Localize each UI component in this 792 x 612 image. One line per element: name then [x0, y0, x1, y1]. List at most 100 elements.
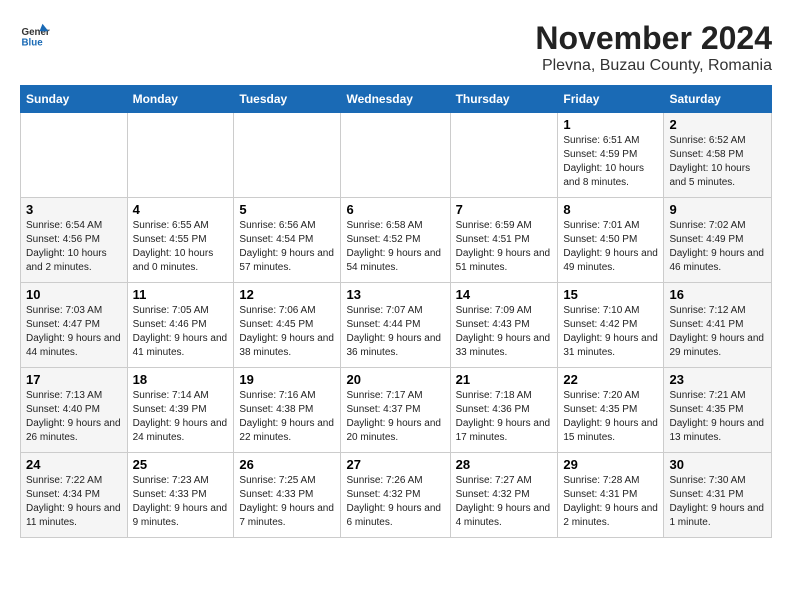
- day-number: 28: [456, 457, 553, 472]
- day-info: Sunrise: 7:02 AM Sunset: 4:49 PM Dayligh…: [669, 219, 766, 275]
- header-day-tuesday: Tuesday: [234, 86, 341, 113]
- calendar-cell: 2Sunrise: 6:52 AM Sunset: 4:58 PM Daylig…: [664, 113, 772, 198]
- day-number: 23: [669, 372, 766, 387]
- day-info: Sunrise: 7:05 AM Sunset: 4:46 PM Dayligh…: [133, 304, 229, 360]
- day-info: Sunrise: 7:22 AM Sunset: 4:34 PM Dayligh…: [26, 474, 122, 530]
- day-info: Sunrise: 7:26 AM Sunset: 4:32 PM Dayligh…: [346, 474, 444, 530]
- day-info: Sunrise: 7:20 AM Sunset: 4:35 PM Dayligh…: [563, 389, 658, 445]
- day-info: Sunrise: 7:18 AM Sunset: 4:36 PM Dayligh…: [456, 389, 553, 445]
- day-number: 12: [239, 287, 335, 302]
- day-info: Sunrise: 6:59 AM Sunset: 4:51 PM Dayligh…: [456, 219, 553, 275]
- calendar-cell: 11 Sunrise: 7:05 AM Sunset: 4:46 PM Dayli…: [127, 283, 234, 368]
- day-info: Sunrise: 6:54 AM Sunset: 4:56 PM Dayligh…: [26, 219, 122, 275]
- day-number: 7: [456, 202, 553, 217]
- day-info: Sunrise: 7:17 AM Sunset: 4:37 PM Dayligh…: [346, 389, 444, 445]
- header-day-friday: Friday: [558, 86, 664, 113]
- calendar-cell: 21 Sunrise: 7:18 AM Sunset: 4:36 PM Dayli…: [450, 368, 558, 453]
- day-info: Sunrise: 6:51 AM Sunset: 4:59 PM Dayligh…: [563, 134, 658, 190]
- day-number: 18: [133, 372, 229, 387]
- day-number: 2: [669, 117, 766, 132]
- day-number: 13: [346, 287, 444, 302]
- header-day-saturday: Saturday: [664, 86, 772, 113]
- calendar-cell: 8 Sunrise: 7:01 AM Sunset: 4:50 PM Daylig…: [558, 198, 664, 283]
- day-info: Sunrise: 7:12 AM Sunset: 4:41 PM Dayligh…: [669, 304, 766, 360]
- day-info: Sunrise: 7:06 AM Sunset: 4:45 PM Dayligh…: [239, 304, 335, 360]
- calendar-cell: 30 Sunrise: 7:30 AM Sunset: 4:31 PM Dayli…: [664, 453, 772, 538]
- calendar-cell: 29Sunrise: 7:28 AM Sunset: 4:31 PM Dayli…: [558, 453, 664, 538]
- calendar-cell: [341, 113, 450, 198]
- day-info: Sunrise: 7:10 AM Sunset: 4:42 PM Dayligh…: [563, 304, 658, 360]
- day-number: 29: [563, 457, 658, 472]
- month-year-title: November 2024: [535, 20, 772, 57]
- day-info: Sunrise: 7:21 AM Sunset: 4:35 PM Dayligh…: [669, 389, 766, 445]
- week-row-4: 17Sunrise: 7:13 AM Sunset: 4:40 PM Dayli…: [21, 368, 772, 453]
- calendar-cell: [21, 113, 128, 198]
- week-row-5: 24Sunrise: 7:22 AM Sunset: 4:34 PM Dayli…: [21, 453, 772, 538]
- header-day-sunday: Sunday: [21, 86, 128, 113]
- calendar-header: SundayMondayTuesdayWednesdayThursdayFrid…: [21, 86, 772, 113]
- calendar-table: SundayMondayTuesdayWednesdayThursdayFrid…: [20, 85, 772, 538]
- day-info: Sunrise: 7:25 AM Sunset: 4:33 PM Dayligh…: [239, 474, 335, 530]
- calendar-cell: 15 Sunrise: 7:10 AM Sunset: 4:42 PM Dayli…: [558, 283, 664, 368]
- day-number: 6: [346, 202, 444, 217]
- day-number: 17: [26, 372, 122, 387]
- day-number: 8: [563, 202, 658, 217]
- day-number: 14: [456, 287, 553, 302]
- calendar-cell: 22 Sunrise: 7:20 AM Sunset: 4:35 PM Dayli…: [558, 368, 664, 453]
- day-info: Sunrise: 7:23 AM Sunset: 4:33 PM Dayligh…: [133, 474, 229, 530]
- day-number: 9: [669, 202, 766, 217]
- header-day-thursday: Thursday: [450, 86, 558, 113]
- calendar-body: 1 Sunrise: 6:51 AM Sunset: 4:59 PM Daylig…: [21, 113, 772, 538]
- day-info: Sunrise: 7:09 AM Sunset: 4:43 PM Dayligh…: [456, 304, 553, 360]
- day-number: 19: [239, 372, 335, 387]
- day-number: 21: [456, 372, 553, 387]
- location-subtitle: Plevna, Buzau County, Romania: [535, 57, 772, 75]
- calendar-cell: 25 Sunrise: 7:23 AM Sunset: 4:33 PM Dayli…: [127, 453, 234, 538]
- day-number: 15: [563, 287, 658, 302]
- day-number: 11: [133, 287, 229, 302]
- day-info: Sunrise: 7:07 AM Sunset: 4:44 PM Dayligh…: [346, 304, 444, 360]
- calendar-cell: [234, 113, 341, 198]
- calendar-cell: 23 Sunrise: 7:21 AM Sunset: 4:35 PM Dayli…: [664, 368, 772, 453]
- svg-text:Blue: Blue: [22, 38, 44, 49]
- calendar-cell: 18 Sunrise: 7:14 AM Sunset: 4:39 PM Dayli…: [127, 368, 234, 453]
- day-number: 4: [133, 202, 229, 217]
- calendar-cell: 19 Sunrise: 7:16 AM Sunset: 4:38 PM Dayli…: [234, 368, 341, 453]
- calendar-cell: 16 Sunrise: 7:12 AM Sunset: 4:41 PM Dayli…: [664, 283, 772, 368]
- week-row-2: 3 Sunrise: 6:54 AM Sunset: 4:56 PM Daylig…: [21, 198, 772, 283]
- week-row-1: 1 Sunrise: 6:51 AM Sunset: 4:59 PM Daylig…: [21, 113, 772, 198]
- calendar-cell: 3 Sunrise: 6:54 AM Sunset: 4:56 PM Daylig…: [21, 198, 128, 283]
- title-block: November 2024 Plevna, Buzau County, Roma…: [535, 20, 772, 75]
- day-info: Sunrise: 6:55 AM Sunset: 4:55 PM Dayligh…: [133, 219, 229, 275]
- day-number: 3: [26, 202, 122, 217]
- calendar-cell: 12 Sunrise: 7:06 AM Sunset: 4:45 PM Dayli…: [234, 283, 341, 368]
- calendar-cell: 14 Sunrise: 7:09 AM Sunset: 4:43 PM Dayli…: [450, 283, 558, 368]
- calendar-cell: 17Sunrise: 7:13 AM Sunset: 4:40 PM Dayli…: [21, 368, 128, 453]
- day-number: 26: [239, 457, 335, 472]
- calendar-cell: 9 Sunrise: 7:02 AM Sunset: 4:49 PM Daylig…: [664, 198, 772, 283]
- page-header: General Blue November 2024 Plevna, Buzau…: [20, 20, 772, 75]
- header-row: SundayMondayTuesdayWednesdayThursdayFrid…: [21, 86, 772, 113]
- day-number: 22: [563, 372, 658, 387]
- day-info: Sunrise: 7:27 AM Sunset: 4:32 PM Dayligh…: [456, 474, 553, 530]
- day-number: 5: [239, 202, 335, 217]
- day-number: 1: [563, 117, 658, 132]
- day-number: 30: [669, 457, 766, 472]
- day-number: 25: [133, 457, 229, 472]
- day-number: 16: [669, 287, 766, 302]
- logo-icon: General Blue: [20, 20, 50, 50]
- day-number: 27: [346, 457, 444, 472]
- calendar-cell: 28 Sunrise: 7:27 AM Sunset: 4:32 PM Dayli…: [450, 453, 558, 538]
- day-info: Sunrise: 7:30 AM Sunset: 4:31 PM Dayligh…: [669, 474, 766, 530]
- week-row-3: 10Sunrise: 7:03 AM Sunset: 4:47 PM Dayli…: [21, 283, 772, 368]
- day-info: Sunrise: 7:01 AM Sunset: 4:50 PM Dayligh…: [563, 219, 658, 275]
- day-info: Sunrise: 7:14 AM Sunset: 4:39 PM Dayligh…: [133, 389, 229, 445]
- calendar-cell: 6Sunrise: 6:58 AM Sunset: 4:52 PM Daylig…: [341, 198, 450, 283]
- calendar-cell: 5Sunrise: 6:56 AM Sunset: 4:54 PM Daylig…: [234, 198, 341, 283]
- day-info: Sunrise: 7:16 AM Sunset: 4:38 PM Dayligh…: [239, 389, 335, 445]
- calendar-cell: 24Sunrise: 7:22 AM Sunset: 4:34 PM Dayli…: [21, 453, 128, 538]
- calendar-cell: 27 Sunrise: 7:26 AM Sunset: 4:32 PM Dayli…: [341, 453, 450, 538]
- header-day-monday: Monday: [127, 86, 234, 113]
- calendar-cell: 7 Sunrise: 6:59 AM Sunset: 4:51 PM Daylig…: [450, 198, 558, 283]
- calendar-cell: 4 Sunrise: 6:55 AM Sunset: 4:55 PM Daylig…: [127, 198, 234, 283]
